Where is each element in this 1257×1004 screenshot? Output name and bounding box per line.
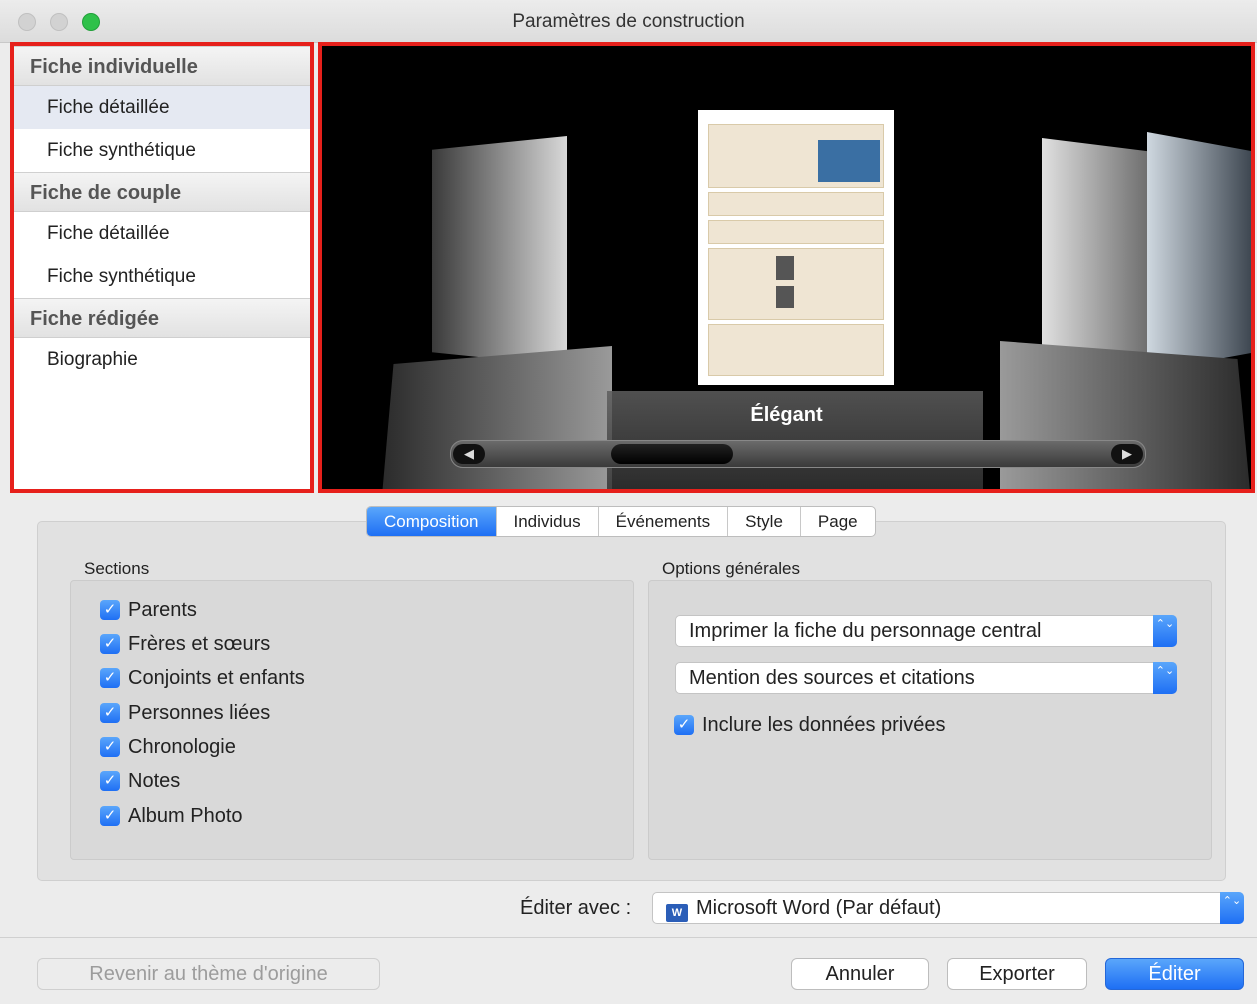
checkbox-label: Chronologie xyxy=(128,735,236,758)
sections-title: Sections xyxy=(84,559,150,578)
checkbox-label: Notes xyxy=(128,769,181,792)
page-band xyxy=(708,220,884,244)
portrait-photo xyxy=(818,140,880,182)
print-select-value: Imprimer la fiche du personnage central xyxy=(689,620,1042,642)
options-title: Options générales xyxy=(662,559,800,578)
word-app-icon: W xyxy=(666,904,688,922)
theme-name-label: Élégant xyxy=(750,404,823,426)
export-button[interactable]: Exporter xyxy=(947,958,1087,990)
select-stepper-icon[interactable]: ⌃⌄ xyxy=(1153,662,1177,694)
scrollbar-thumb[interactable] xyxy=(611,444,733,464)
sidebar-group-fiche-redigee: Fiche rédigée xyxy=(14,298,310,338)
sidebar-item-couple-synthetique[interactable]: Fiche synthétique xyxy=(14,255,310,298)
checkbox-checked-icon[interactable]: ✓ xyxy=(100,737,120,757)
sidebar-item-couple-detaillee[interactable]: Fiche détaillée xyxy=(14,212,310,255)
portrait-photo xyxy=(776,256,794,280)
sources-select-value: Mention des sources et citations xyxy=(689,667,975,689)
checkbox-label: Frères et sœurs xyxy=(128,632,271,655)
sidebar-item-individuelle-detaillee[interactable]: Fiche détaillée xyxy=(14,86,310,129)
sidebar-item-biographie[interactable]: Biographie xyxy=(14,338,310,381)
checkbox-checked-icon[interactable]: ✓ xyxy=(100,806,120,826)
checkbox-label: Personnes liées xyxy=(128,701,271,724)
page-band xyxy=(708,248,884,320)
section-checkbox-row[interactable]: ✓ Album Photo xyxy=(100,802,243,830)
checkbox-checked-icon[interactable]: ✓ xyxy=(100,771,120,791)
select-stepper-icon[interactable]: ⌃⌄ xyxy=(1153,615,1177,647)
tab-individus[interactable]: Individus xyxy=(497,507,599,536)
tab-page[interactable]: Page xyxy=(801,507,875,536)
section-checkbox-row[interactable]: ✓ Frères et sœurs xyxy=(100,630,270,658)
checkbox-label: Album Photo xyxy=(128,804,243,827)
sidebar-group-fiche-individuelle: Fiche individuelle xyxy=(14,46,310,86)
preview-page-right[interactable] xyxy=(1042,138,1152,368)
section-checkbox-row[interactable]: ✓ Chronologie xyxy=(100,733,236,761)
checkbox-checked-icon[interactable]: ✓ xyxy=(100,600,120,620)
select-stepper-icon[interactable]: ⌃⌄ xyxy=(1220,892,1244,924)
checkbox-label: Parents xyxy=(128,598,197,621)
section-checkbox-row[interactable]: ✓ Parents xyxy=(100,596,197,624)
checkbox-checked-icon[interactable]: ✓ xyxy=(100,634,120,654)
window-title: Paramètres de construction xyxy=(512,11,745,32)
tab-bar: Composition Individus Événements Style P… xyxy=(366,506,876,537)
cancel-button[interactable]: Annuler xyxy=(791,958,929,990)
tab-style[interactable]: Style xyxy=(728,507,801,536)
page-band xyxy=(708,324,884,376)
tab-composition[interactable]: Composition xyxy=(367,507,497,536)
editor-label: Éditer avec : xyxy=(520,897,632,919)
theme-preview[interactable]: Élégant ◀ ▶ xyxy=(318,42,1255,493)
preview-page-left[interactable] xyxy=(432,136,567,366)
tab-evenements[interactable]: Événements xyxy=(599,507,729,536)
editor-select[interactable]: W Microsoft Word (Par défaut) ⌃⌄ xyxy=(652,892,1244,924)
title-bar: Paramètres de construction xyxy=(0,0,1257,43)
sidebar-group-fiche-de-couple: Fiche de couple xyxy=(14,172,310,212)
footer-divider xyxy=(0,937,1257,938)
checkbox-checked-icon[interactable]: ✓ xyxy=(100,668,120,688)
checkbox-checked-icon[interactable]: ✓ xyxy=(674,715,694,735)
scroll-right-arrow-icon[interactable]: ▶ xyxy=(1111,444,1143,464)
checkbox-label: Inclure les données privées xyxy=(702,713,946,736)
preview-page-center[interactable] xyxy=(698,110,894,385)
preview-page-right-2[interactable] xyxy=(1147,132,1251,372)
scroll-left-arrow-icon[interactable]: ◀ xyxy=(453,444,485,464)
private-data-checkbox-row[interactable]: ✓ Inclure les données privées xyxy=(674,711,945,739)
section-checkbox-row[interactable]: ✓ Notes xyxy=(100,767,180,795)
page-band xyxy=(708,192,884,216)
edit-button[interactable]: Éditer xyxy=(1105,958,1244,990)
reset-theme-button[interactable]: Revenir au thème d'origine xyxy=(37,958,380,990)
editor-select-value: Microsoft Word (Par défaut) xyxy=(696,897,942,919)
portrait-photo xyxy=(776,286,794,308)
checkbox-checked-icon[interactable]: ✓ xyxy=(100,703,120,723)
sidebar-item-individuelle-synthetique[interactable]: Fiche synthétique xyxy=(14,129,310,172)
template-sidebar: Fiche individuelle Fiche détaillée Fiche… xyxy=(10,42,314,493)
sources-select[interactable]: Mention des sources et citations ⌃⌄ xyxy=(675,662,1177,694)
section-checkbox-row[interactable]: ✓ Personnes liées xyxy=(100,699,270,727)
section-checkbox-row[interactable]: ✓ Conjoints et enfants xyxy=(100,664,305,692)
print-select[interactable]: Imprimer la fiche du personnage central … xyxy=(675,615,1177,647)
checkbox-label: Conjoints et enfants xyxy=(128,666,305,689)
coverflow-scrollbar[interactable]: ◀ ▶ xyxy=(450,440,1146,468)
